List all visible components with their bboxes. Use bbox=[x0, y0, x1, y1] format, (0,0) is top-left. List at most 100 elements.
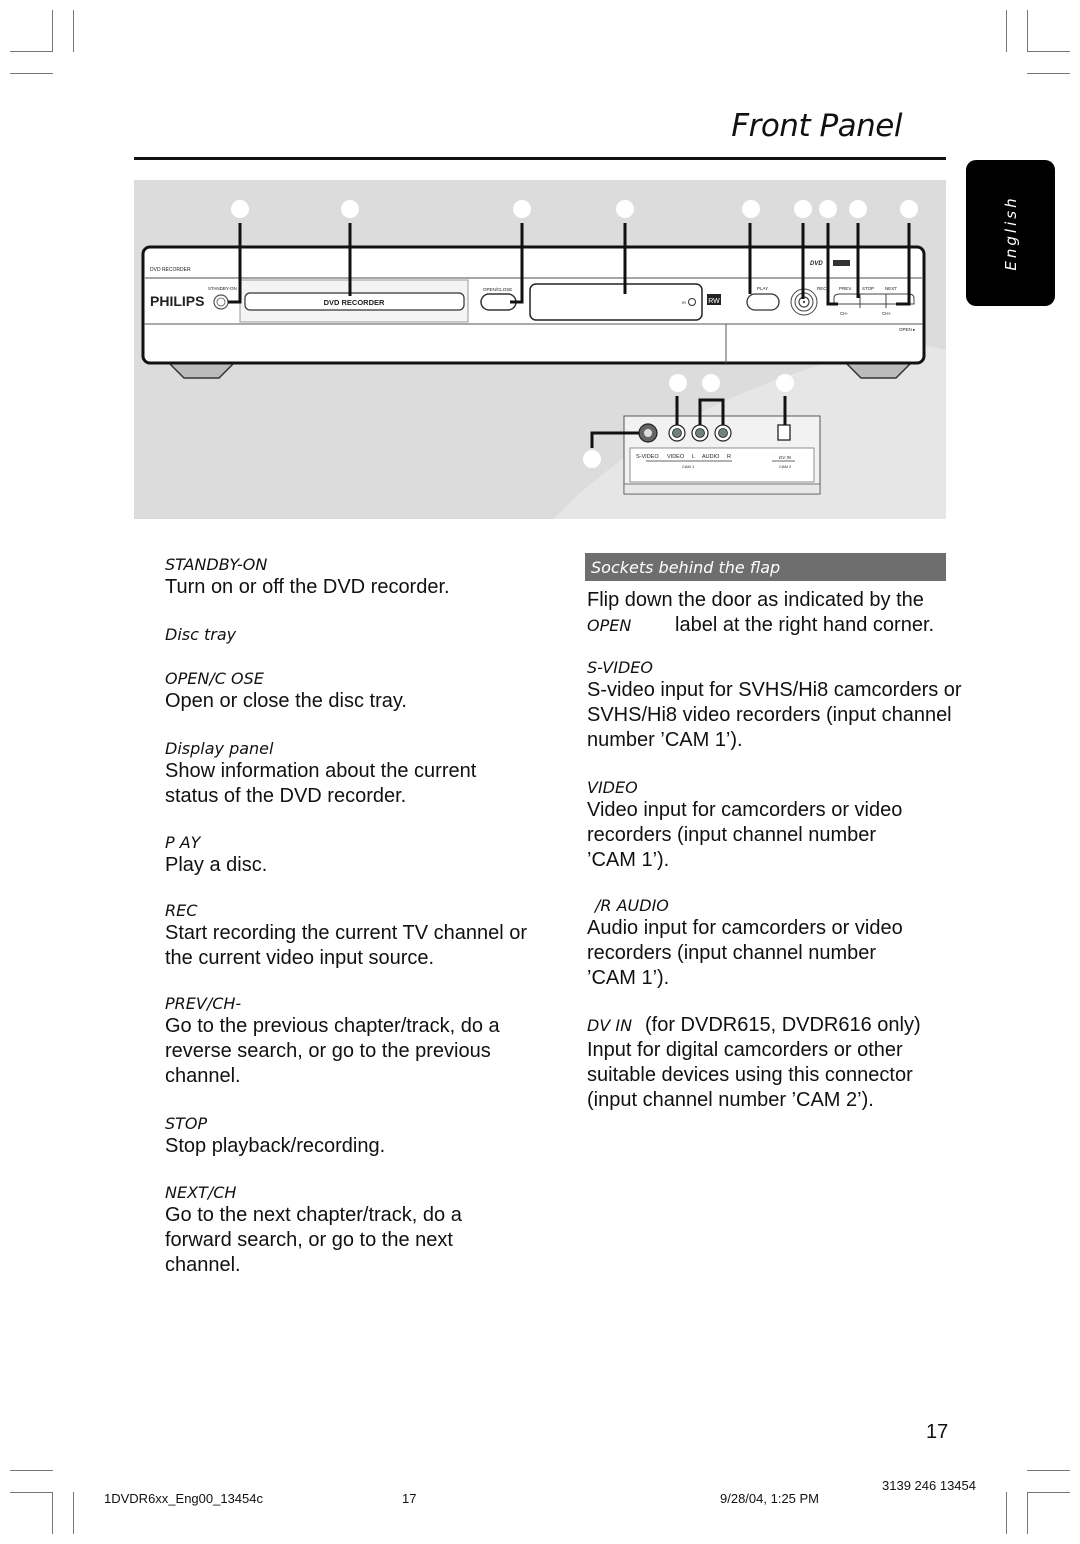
item-desc: Start recording the current TV channel o… bbox=[165, 922, 528, 969]
item-term: STANDBY-ON bbox=[165, 555, 268, 574]
item-prev-ch: PREV/CH- Go to the previous chapter/trac… bbox=[165, 994, 530, 1089]
item-term: NEXT/CH bbox=[165, 1183, 237, 1202]
footer-file-name: 1DVDR6xx_Eng00_13454c bbox=[104, 1491, 263, 1506]
item-desc: Go to the next chapter/track, do a forwa… bbox=[165, 1204, 462, 1276]
audio-label: AUDIO bbox=[702, 454, 720, 460]
crop-mark bbox=[1027, 73, 1070, 74]
standby-button bbox=[213, 294, 229, 310]
crop-mark bbox=[1027, 51, 1070, 52]
crop-mark bbox=[1027, 1492, 1070, 1493]
tray-model-label: DVD RECORDER bbox=[324, 298, 385, 307]
crop-mark bbox=[1006, 10, 1007, 52]
item-term-suffix: (for DVDR615, DVDR616 only) bbox=[645, 1014, 921, 1036]
sockets-section-header: Sockets behind the flap bbox=[585, 553, 946, 581]
item-desc: Stop playback/recording. bbox=[165, 1135, 386, 1157]
crop-mark bbox=[10, 1470, 53, 1471]
callout-dot-prev bbox=[819, 200, 837, 218]
item-desc: Video input for camcorders or video reco… bbox=[587, 799, 903, 871]
sockets-intro: Flip down the door as indicated by the O… bbox=[587, 588, 967, 638]
flap-edge bbox=[623, 483, 821, 495]
crop-mark bbox=[10, 51, 53, 52]
item-desc: Play a disc. bbox=[165, 854, 268, 876]
item-next-ch: NEXT/CH Go to the next chapter/track, do… bbox=[165, 1183, 505, 1278]
item-term: P AY bbox=[165, 833, 201, 852]
intro-term-open: OPEN bbox=[587, 616, 632, 635]
title-rule bbox=[134, 157, 946, 160]
item-standby-on: STANDBY-ON Turn on or off the DVD record… bbox=[165, 555, 450, 600]
panel-label-top: DVD RECORDER bbox=[150, 267, 191, 273]
item-play: P AY Play a disc. bbox=[165, 833, 267, 878]
crop-mark bbox=[52, 1492, 53, 1534]
footer-timestamp: 9/28/04, 1:25 PM bbox=[720, 1491, 820, 1506]
callout-dot-video bbox=[669, 374, 687, 392]
crop-mark bbox=[73, 1492, 74, 1534]
footer-page: 17 bbox=[402, 1491, 417, 1506]
item-stop: STOP Stop playback/recording. bbox=[165, 1114, 385, 1159]
item-term: PREV/CH- bbox=[165, 994, 242, 1013]
intro-line-1: Flip down the door as indicated by the bbox=[587, 589, 924, 611]
crop-mark bbox=[1027, 1470, 1070, 1471]
item-audio: /R AUDIO Audio input for camcorders or v… bbox=[587, 896, 927, 991]
brand-logo: PHILIPS bbox=[150, 293, 204, 309]
standby-label: STANDBY-ON bbox=[208, 286, 237, 291]
callout-dot-s-video bbox=[583, 450, 601, 468]
item-term: Disc tray bbox=[165, 625, 237, 644]
intro-line-2: label at the right hand corner. bbox=[675, 614, 935, 636]
callout-dot-open-close bbox=[513, 200, 531, 218]
page-number: 17 bbox=[926, 1421, 949, 1443]
cam2-label: CAM 2 bbox=[779, 464, 792, 469]
language-tab-label: English bbox=[1001, 195, 1020, 271]
ch-minus-label: CH- bbox=[840, 311, 848, 316]
dv-in-socket bbox=[777, 424, 791, 441]
cam1-label: CAM 1 bbox=[682, 464, 695, 469]
item-term: /R AUDIO bbox=[595, 896, 669, 915]
ir-sensor bbox=[688, 298, 696, 306]
crop-mark bbox=[10, 73, 53, 74]
play-label: PLAY bbox=[757, 286, 768, 291]
item-video: VIDEO Video input for camcorders or vide… bbox=[587, 778, 927, 873]
language-tab: English bbox=[966, 160, 1055, 306]
dolby-logo bbox=[833, 260, 850, 266]
item-desc: Audio input for camcorders or video reco… bbox=[587, 917, 903, 989]
s-video-socket-label: S-VIDEO bbox=[636, 454, 659, 460]
open-close-label: OPEN/CLOSE bbox=[483, 287, 512, 292]
callout-dot-dv-in bbox=[776, 374, 794, 392]
callout-dot-next bbox=[900, 200, 918, 218]
item-disc-tray: Disc tray bbox=[165, 625, 236, 645]
item-desc: Turn on or off the DVD recorder. bbox=[165, 576, 450, 598]
item-term: REC bbox=[165, 901, 198, 920]
dv-in-label: DV IN bbox=[779, 455, 792, 460]
crop-mark bbox=[10, 1492, 53, 1493]
callout-dot-standby bbox=[231, 200, 249, 218]
item-s-video: S-VIDEO S-video input for SVHS/Hi8 camco… bbox=[587, 658, 967, 753]
item-desc: Input for digital camcorders or other su… bbox=[587, 1039, 913, 1111]
footer-code: 3139 246 13454 bbox=[882, 1478, 976, 1493]
crop-mark bbox=[73, 10, 74, 52]
item-dv-in: DV IN (for DVDR615, DVDR616 only) Input f… bbox=[587, 1013, 957, 1113]
item-term: VIDEO bbox=[587, 778, 638, 797]
video-socket-label: VIDEO bbox=[667, 454, 685, 460]
rw-logo-text: RW bbox=[708, 298, 720, 305]
callout-dot-display bbox=[616, 200, 634, 218]
prev-label: PREV. bbox=[839, 286, 852, 291]
crop-mark bbox=[1027, 10, 1028, 52]
open-flap-label: OPEN ▸ bbox=[899, 327, 916, 332]
next-label: NEXT bbox=[885, 286, 897, 291]
ir-label: IR bbox=[682, 300, 686, 305]
callout-dot-disc-tray bbox=[341, 200, 359, 218]
item-desc: Go to the previous chapter/track, do a r… bbox=[165, 1015, 500, 1087]
callout-dot-play bbox=[742, 200, 760, 218]
stop-label: STOP bbox=[862, 286, 874, 291]
item-term: Display panel bbox=[165, 739, 274, 758]
front-panel-figure: DVD RECORDER PHILIPS STANDBY-ON DVD RECO… bbox=[134, 180, 946, 519]
audio-r-label: R bbox=[727, 454, 731, 460]
ch-plus-label: CH+ bbox=[882, 311, 891, 316]
front-panel-illustration: DVD RECORDER PHILIPS STANDBY-ON DVD RECO… bbox=[141, 200, 946, 519]
crop-mark bbox=[1027, 1492, 1028, 1534]
crop-mark bbox=[52, 10, 53, 52]
device-foot-left bbox=[167, 362, 236, 379]
item-term: OPEN/C OSE bbox=[165, 669, 264, 688]
dvd-logo: DVD bbox=[810, 261, 823, 267]
item-rec: REC Start recording the current TV chann… bbox=[165, 901, 555, 971]
rec-button-center bbox=[802, 300, 806, 304]
